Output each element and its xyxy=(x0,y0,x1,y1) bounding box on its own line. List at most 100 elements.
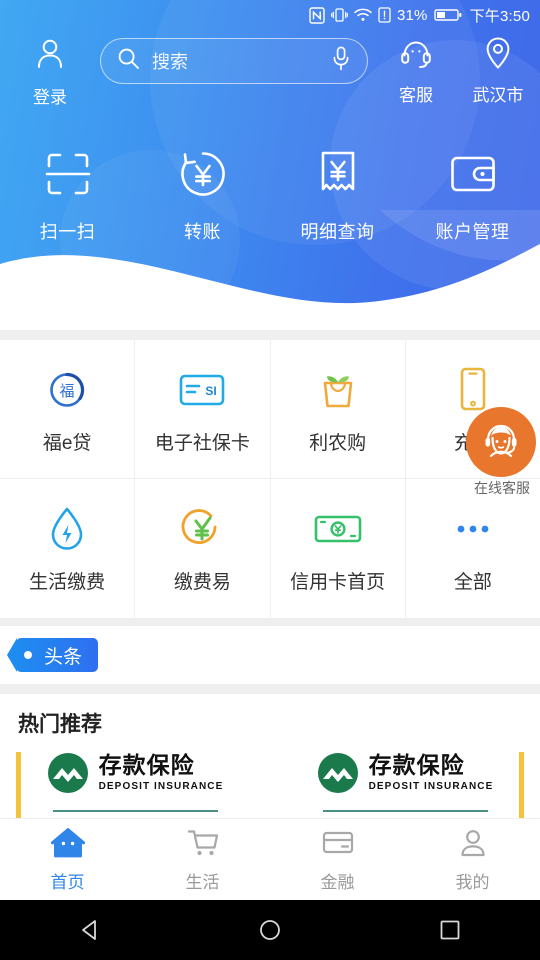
quick-actions-row: 扫一扫 转账 明细查询 账户管理 xyxy=(0,145,540,250)
nfc-icon xyxy=(309,6,325,24)
tab-label: 我的 xyxy=(455,872,490,892)
transfer-yuan-icon xyxy=(174,145,232,208)
grid-item-label: 全部 xyxy=(453,572,492,593)
water-drop-bolt-icon xyxy=(46,503,88,555)
headset-icon xyxy=(399,36,433,75)
tab-home[interactable]: 首页 xyxy=(0,827,135,893)
grid-item-label: 缴费易 xyxy=(173,572,231,593)
operator-headset-icon xyxy=(485,424,517,458)
hot-recommend-title: 热门推荐 xyxy=(18,713,102,736)
search-placeholder: 搜索 xyxy=(152,52,188,72)
sim-alert-icon xyxy=(378,7,391,23)
more-dots-icon xyxy=(449,503,497,555)
grid-item-linonggou[interactable]: 利农购 xyxy=(271,340,406,478)
tab-life[interactable]: 生活 xyxy=(135,827,270,893)
person-icon xyxy=(456,827,490,864)
customer-service-label: 客服 xyxy=(399,86,433,105)
grid-item-easy-payment[interactable]: 缴费易 xyxy=(135,479,271,618)
login-button[interactable]: 登录 xyxy=(0,32,100,108)
nav-recents-button[interactable] xyxy=(390,917,510,943)
status-bar: 31% 下午3:50 xyxy=(0,0,540,30)
grid-item-label: 电子社保卡 xyxy=(154,432,250,454)
svg-text:福: 福 xyxy=(60,383,75,400)
city-selector[interactable]: 武汉市 xyxy=(456,32,540,106)
android-navigation-bar xyxy=(0,900,540,960)
user-icon xyxy=(32,36,68,77)
fu-circle-icon: 福 xyxy=(44,364,90,416)
grid-item-label: 利农购 xyxy=(309,432,367,454)
triangle-back-icon xyxy=(82,920,96,940)
headline-tag[interactable]: 头条 xyxy=(6,638,99,672)
square-recents-icon xyxy=(440,920,460,940)
tab-label: 生活 xyxy=(185,872,220,892)
hot-recommend-section: 热门推荐 存款保险 DEPOSIT INSURANCE 存款保险 DEPOSIT… xyxy=(0,694,540,826)
quick-action-label: 账户管理 xyxy=(435,222,510,242)
microphone-icon[interactable] xyxy=(331,46,351,76)
quick-action-account[interactable]: 账户管理 xyxy=(405,145,540,250)
tab-finance[interactable]: 金融 xyxy=(270,827,405,893)
clock-label: 下午3:50 xyxy=(469,7,530,25)
quick-action-transfer[interactable]: 转账 xyxy=(135,145,270,250)
search-input[interactable]: 搜索 xyxy=(100,38,368,84)
home-icon xyxy=(50,827,85,864)
tab-mine[interactable]: 我的 xyxy=(405,827,540,893)
login-label: 登录 xyxy=(33,88,67,107)
logo-en-text: DEPOSIT INSURANCE xyxy=(368,781,494,792)
online-service-label: 在线客服 xyxy=(474,480,530,496)
wallet-icon xyxy=(444,145,502,208)
grid-item-fuedai[interactable]: 福 福e贷 xyxy=(0,340,136,478)
quick-action-label: 转账 xyxy=(184,222,221,242)
service-grid-row: 福 福e贷 SI 电子社保卡 利农购 xyxy=(0,340,540,479)
grid-item-credit-card-home[interactable]: 信用卡首页 xyxy=(271,479,406,618)
battery-percent-label: 31% xyxy=(396,6,428,24)
cart-icon xyxy=(186,827,220,864)
online-service-fab[interactable] xyxy=(466,407,536,477)
tab-label: 金融 xyxy=(320,872,355,892)
nav-back-button[interactable] xyxy=(30,917,150,943)
card-underline xyxy=(52,810,218,812)
headline-tag-label: 头条 xyxy=(44,646,83,668)
grid-item-label: 信用卡首页 xyxy=(290,572,386,593)
carousel-edge-bar xyxy=(16,752,21,824)
deposit-insurance-logo: 存款保险 DEPOSIT INSURANCE xyxy=(317,752,494,794)
grid-item-all[interactable]: 全部 xyxy=(406,479,540,618)
hot-recommend-card[interactable]: 存款保险 DEPOSIT INSURANCE xyxy=(0,752,270,826)
grid-item-utility-payment[interactable]: 生活缴费 xyxy=(0,479,136,618)
grid-item-label: 生活缴费 xyxy=(29,572,106,593)
svg-text:SI: SI xyxy=(206,384,217,398)
nav-home-button[interactable] xyxy=(210,917,330,943)
tab-label: 首页 xyxy=(50,872,85,892)
customer-service-button[interactable]: 客服 xyxy=(376,32,456,106)
grid-item-social-security-card[interactable]: SI 电子社保卡 xyxy=(135,340,271,478)
mobile-recharge-icon xyxy=(456,364,490,416)
deposit-insurance-logo: 存款保险 DEPOSIT INSURANCE xyxy=(47,752,224,794)
battery-icon xyxy=(433,8,462,22)
receipt-yuan-icon xyxy=(309,145,367,208)
quick-action-statement[interactable]: 明细查询 xyxy=(270,145,405,250)
bottom-tab-bar: 首页 生活 金融 我的 xyxy=(0,818,540,900)
card-underline xyxy=(322,810,488,812)
headline-strip: 头条 xyxy=(0,626,540,684)
logo-cn-text: 存款保险 xyxy=(368,752,465,778)
search-icon xyxy=(117,47,140,75)
service-grid-card: 福 福e贷 SI 电子社保卡 利农购 生活缴费 缴费易 信用卡首页 全部 xyxy=(0,340,540,618)
logo-cn-text: 存款保险 xyxy=(98,752,195,778)
vibrate-icon xyxy=(330,7,348,23)
hot-recommend-carousel[interactable]: 存款保险 DEPOSIT INSURANCE 存款保险 DEPOSIT INSU… xyxy=(0,752,540,826)
app-screen: 31% 下午3:50 登录 搜索 客服 武汉市 扫一扫 转账 明细查询 账户管理… xyxy=(0,0,540,960)
credit-card-icon xyxy=(321,827,355,864)
location-pin-icon xyxy=(482,36,514,75)
social-security-card-icon: SI xyxy=(177,364,227,416)
yuan-circle-icon xyxy=(178,503,226,555)
quick-action-label: 扫一扫 xyxy=(39,222,96,242)
banknote-icon xyxy=(312,503,364,555)
quick-action-label: 明细查询 xyxy=(300,222,375,242)
wifi-icon xyxy=(354,8,372,22)
service-grid-row: 生活缴费 缴费易 信用卡首页 全部 xyxy=(0,479,540,618)
hot-recommend-card[interactable]: 存款保险 DEPOSIT INSURANCE xyxy=(270,752,540,826)
scan-icon xyxy=(39,145,97,208)
quick-action-scan[interactable]: 扫一扫 xyxy=(0,145,135,250)
city-label: 武汉市 xyxy=(472,86,524,105)
shopping-bag-leaf-icon xyxy=(314,364,362,416)
logo-en-text: DEPOSIT INSURANCE xyxy=(98,781,224,792)
